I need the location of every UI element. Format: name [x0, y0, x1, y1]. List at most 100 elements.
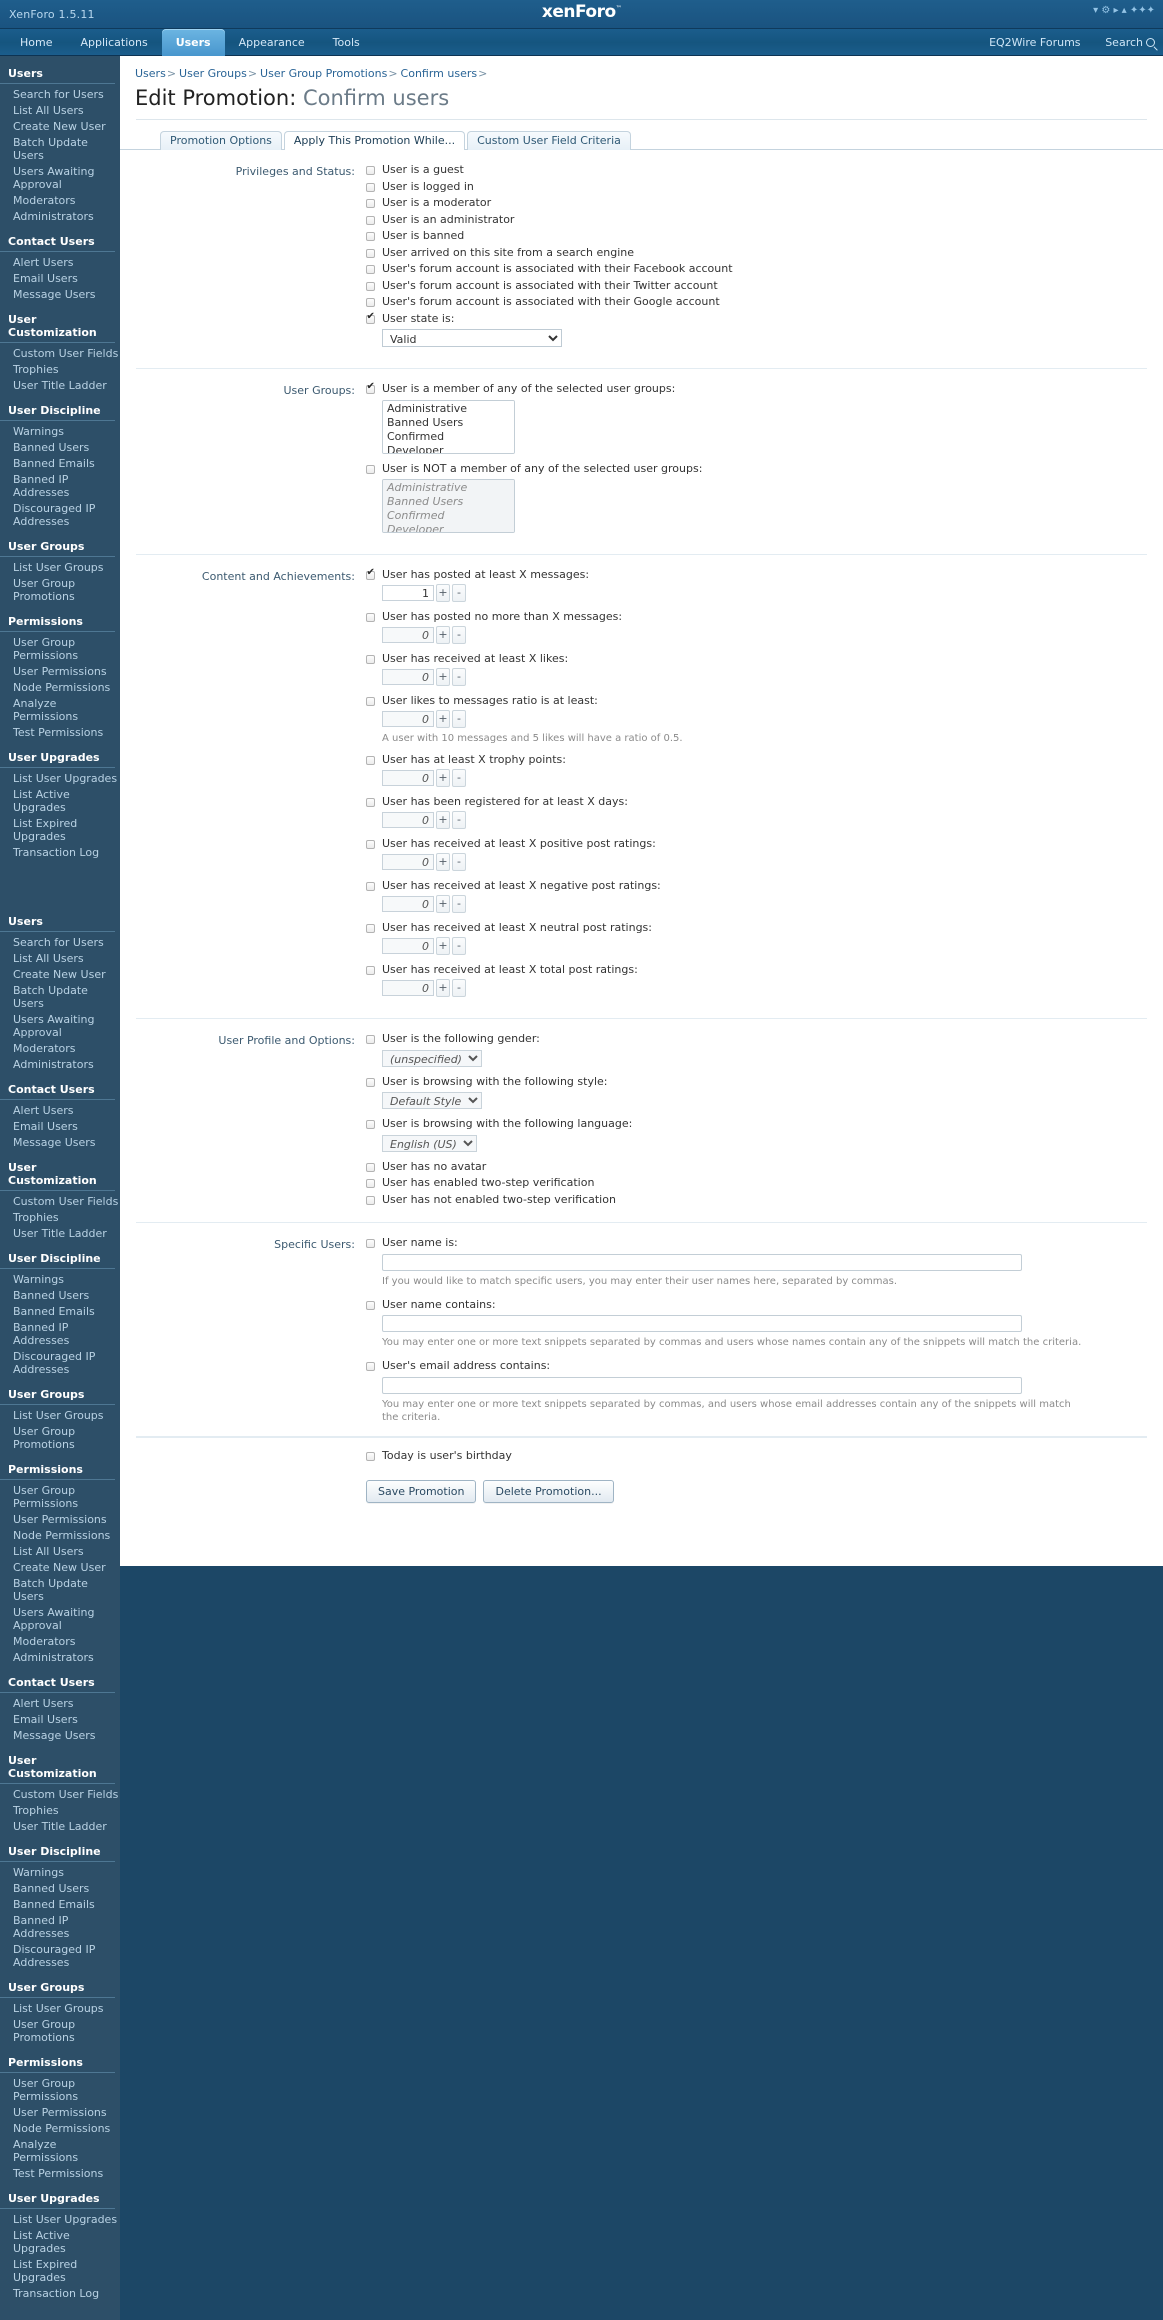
sidebar-item-custom-user-fields[interactable]: Custom User Fields: [0, 345, 120, 361]
sidebar-item-message-users[interactable]: Message Users: [0, 286, 120, 302]
select-option[interactable]: Banned Users: [385, 416, 512, 430]
privilege-row[interactable]: User is banned: [366, 230, 1147, 242]
privilege-row[interactable]: User's forum account is associated with …: [366, 296, 1147, 308]
stepper-decrement-button[interactable]: -: [452, 668, 466, 686]
search-link[interactable]: Search: [1105, 36, 1143, 49]
sidebar-item-list-all-users[interactable]: List All Users: [0, 102, 120, 118]
sidebar-item-trophies[interactable]: Trophies: [0, 1802, 120, 1818]
achievement-value-input[interactable]: [382, 627, 434, 643]
stepper-decrement-button[interactable]: -: [452, 710, 466, 728]
stepper-decrement-button[interactable]: -: [452, 811, 466, 829]
privilege-row[interactable]: User's forum account is associated with …: [366, 263, 1147, 275]
achievement-checkbox-row[interactable]: User has received at least X positive po…: [366, 838, 1147, 850]
privilege-row[interactable]: User is logged in: [366, 180, 1147, 193]
privilege-checkbox[interactable]: [366, 215, 375, 225]
stepper-decrement-button[interactable]: -: [452, 895, 466, 913]
privilege-row[interactable]: User arrived on this site from a search …: [366, 246, 1147, 259]
privilege-row[interactable]: User's forum account is associated with …: [366, 279, 1147, 292]
achievement-checkbox[interactable]: [366, 756, 375, 765]
achievement-value-input[interactable]: [382, 854, 434, 870]
stepper-increment-button[interactable]: +: [436, 979, 450, 997]
sidebar-item-users-awaiting-approval[interactable]: Users Awaiting Approval: [0, 1011, 120, 1040]
search-icon[interactable]: [1146, 38, 1155, 47]
achievement-checkbox[interactable]: [366, 613, 375, 622]
sidebar-item-custom-user-fields[interactable]: Custom User Fields: [0, 1786, 120, 1802]
achievement-value-input[interactable]: [382, 770, 434, 786]
sidebar-item-list-expired-upgrades[interactable]: List Expired Upgrades: [0, 2256, 120, 2285]
achievement-checkbox[interactable]: [366, 655, 375, 664]
sidebar-item-user-permissions[interactable]: User Permissions: [0, 1511, 120, 1527]
sidebar-item-warnings[interactable]: Warnings: [0, 1864, 120, 1880]
sidebar-item-banned-ip-addresses[interactable]: Banned IP Addresses: [0, 471, 120, 500]
select-option[interactable]: Developer: [385, 444, 512, 454]
privilege-checkbox[interactable]: [366, 166, 375, 175]
achievement-value-input[interactable]: [382, 938, 434, 954]
sidebar-item-list-all-users[interactable]: List All Users: [0, 950, 120, 966]
achievement-value-input[interactable]: [382, 669, 434, 685]
achievement-checkbox-row[interactable]: User has received at least X negative po…: [366, 880, 1147, 892]
sidebar-item-list-active-upgrades[interactable]: List Active Upgrades: [0, 2227, 120, 2256]
user-name-is-row[interactable]: User name is:: [366, 1237, 1147, 1249]
sidebar-item-create-new-user[interactable]: Create New User: [0, 1559, 120, 1575]
sidebar-item-node-permissions[interactable]: Node Permissions: [0, 1527, 120, 1543]
breadcrumb-item[interactable]: Confirm users: [401, 67, 478, 80]
sidebar-item-discouraged-ip-addresses[interactable]: Discouraged IP Addresses: [0, 500, 120, 529]
privilege-checkbox[interactable]: [366, 232, 375, 241]
sidebar-item-discouraged-ip-addresses[interactable]: Discouraged IP Addresses: [0, 1348, 120, 1377]
profile-option-row[interactable]: User has no avatar: [366, 1160, 1147, 1173]
stepper-increment-button[interactable]: +: [436, 769, 450, 787]
sidebar-item-user-title-ladder[interactable]: User Title Ladder: [0, 1225, 120, 1241]
sidebar-item-test-permissions[interactable]: Test Permissions: [0, 2165, 120, 2181]
nav-item-label[interactable]: Tools: [319, 29, 374, 56]
not-member-of-groups-row[interactable]: User is NOT a member of any of the selec…: [366, 462, 1147, 475]
gender-select[interactable]: (unspecified)MaleFemale: [382, 1049, 482, 1067]
sidebar-item-trophies[interactable]: Trophies: [0, 361, 120, 377]
achievement-checkbox[interactable]: [366, 840, 375, 849]
sidebar-item-node-permissions[interactable]: Node Permissions: [0, 2120, 120, 2136]
sidebar-item-moderators[interactable]: Moderators: [0, 1040, 120, 1056]
tab-custom-user-field-criteria[interactable]: Custom User Field Criteria: [467, 131, 631, 150]
achievement-checkbox-row[interactable]: User has at least X trophy points:: [366, 754, 1147, 766]
language-checkbox[interactable]: [366, 1120, 375, 1129]
not-member-of-groups-listbox[interactable]: AdministrativeBanned UsersConfirmedDevel…: [382, 479, 515, 533]
nav-item-appearance[interactable]: Appearance: [225, 29, 319, 56]
birthday-checkbox[interactable]: [366, 1451, 375, 1461]
sidebar-item-search-for-users[interactable]: Search for Users: [0, 86, 120, 102]
sidebar-item-user-permissions[interactable]: User Permissions: [0, 2104, 120, 2120]
profile-option-row[interactable]: User has enabled two-step verification: [366, 1177, 1147, 1189]
stepper-decrement-button[interactable]: -: [452, 937, 466, 955]
sidebar-item-user-group-permissions[interactable]: User Group Permissions: [0, 634, 120, 663]
gender-checkbox[interactable]: [366, 1035, 375, 1044]
sidebar-item-create-new-user[interactable]: Create New User: [0, 118, 120, 134]
sidebar-item-banned-ip-addresses[interactable]: Banned IP Addresses: [0, 1319, 120, 1348]
profile-option-row[interactable]: User has not enabled two-step verificati…: [366, 1193, 1147, 1206]
sidebar-item-list-active-upgrades[interactable]: List Active Upgrades: [0, 786, 120, 815]
stepper-increment-button[interactable]: +: [436, 710, 450, 728]
sidebar-item-user-title-ladder[interactable]: User Title Ladder: [0, 377, 120, 393]
sidebar-item-user-group-promotions[interactable]: User Group Promotions: [0, 575, 120, 604]
sidebar-item-list-expired-upgrades[interactable]: List Expired Upgrades: [0, 815, 120, 844]
privilege-row[interactable]: User is a moderator: [366, 197, 1147, 209]
profile-option-checkbox[interactable]: [366, 1179, 375, 1188]
achievement-checkbox-row[interactable]: User has posted no more than X messages:: [366, 611, 1147, 623]
sidebar-item-list-user-groups[interactable]: List User Groups: [0, 1407, 120, 1423]
privilege-row[interactable]: User is a guest: [366, 164, 1147, 176]
breadcrumb-item[interactable]: User Groups: [179, 67, 247, 80]
language-row[interactable]: User is browsing with the following lang…: [366, 1118, 1147, 1130]
nav-item-label[interactable]: Users: [161, 29, 225, 56]
nav-item-applications[interactable]: Applications: [66, 29, 161, 56]
member-of-groups-checkbox[interactable]: [366, 381, 375, 394]
privilege-row[interactable]: User is an administrator: [366, 213, 1147, 226]
email-contains-checkbox[interactable]: [366, 1362, 375, 1371]
breadcrumb-item[interactable]: Users: [135, 67, 166, 80]
sidebar-item-list-user-upgrades[interactable]: List User Upgrades: [0, 770, 120, 786]
not-member-of-groups-checkbox[interactable]: [366, 464, 375, 474]
sidebar-item-banned-emails[interactable]: Banned Emails: [0, 1896, 120, 1912]
user-state-select[interactable]: ValidAwaiting email confirmationAwaiting…: [382, 329, 562, 347]
sidebar-item-administrators[interactable]: Administrators: [0, 208, 120, 224]
user-nav-icons[interactable]: ▾ ⚙ ▸ ▴ ✦✦✦: [1093, 5, 1155, 16]
nav-item-label[interactable]: Applications: [66, 29, 161, 56]
email-contains-input[interactable]: [382, 1376, 1022, 1394]
achievement-value-input[interactable]: [382, 585, 434, 601]
sidebar-item-list-user-groups[interactable]: List User Groups: [0, 2000, 120, 2016]
